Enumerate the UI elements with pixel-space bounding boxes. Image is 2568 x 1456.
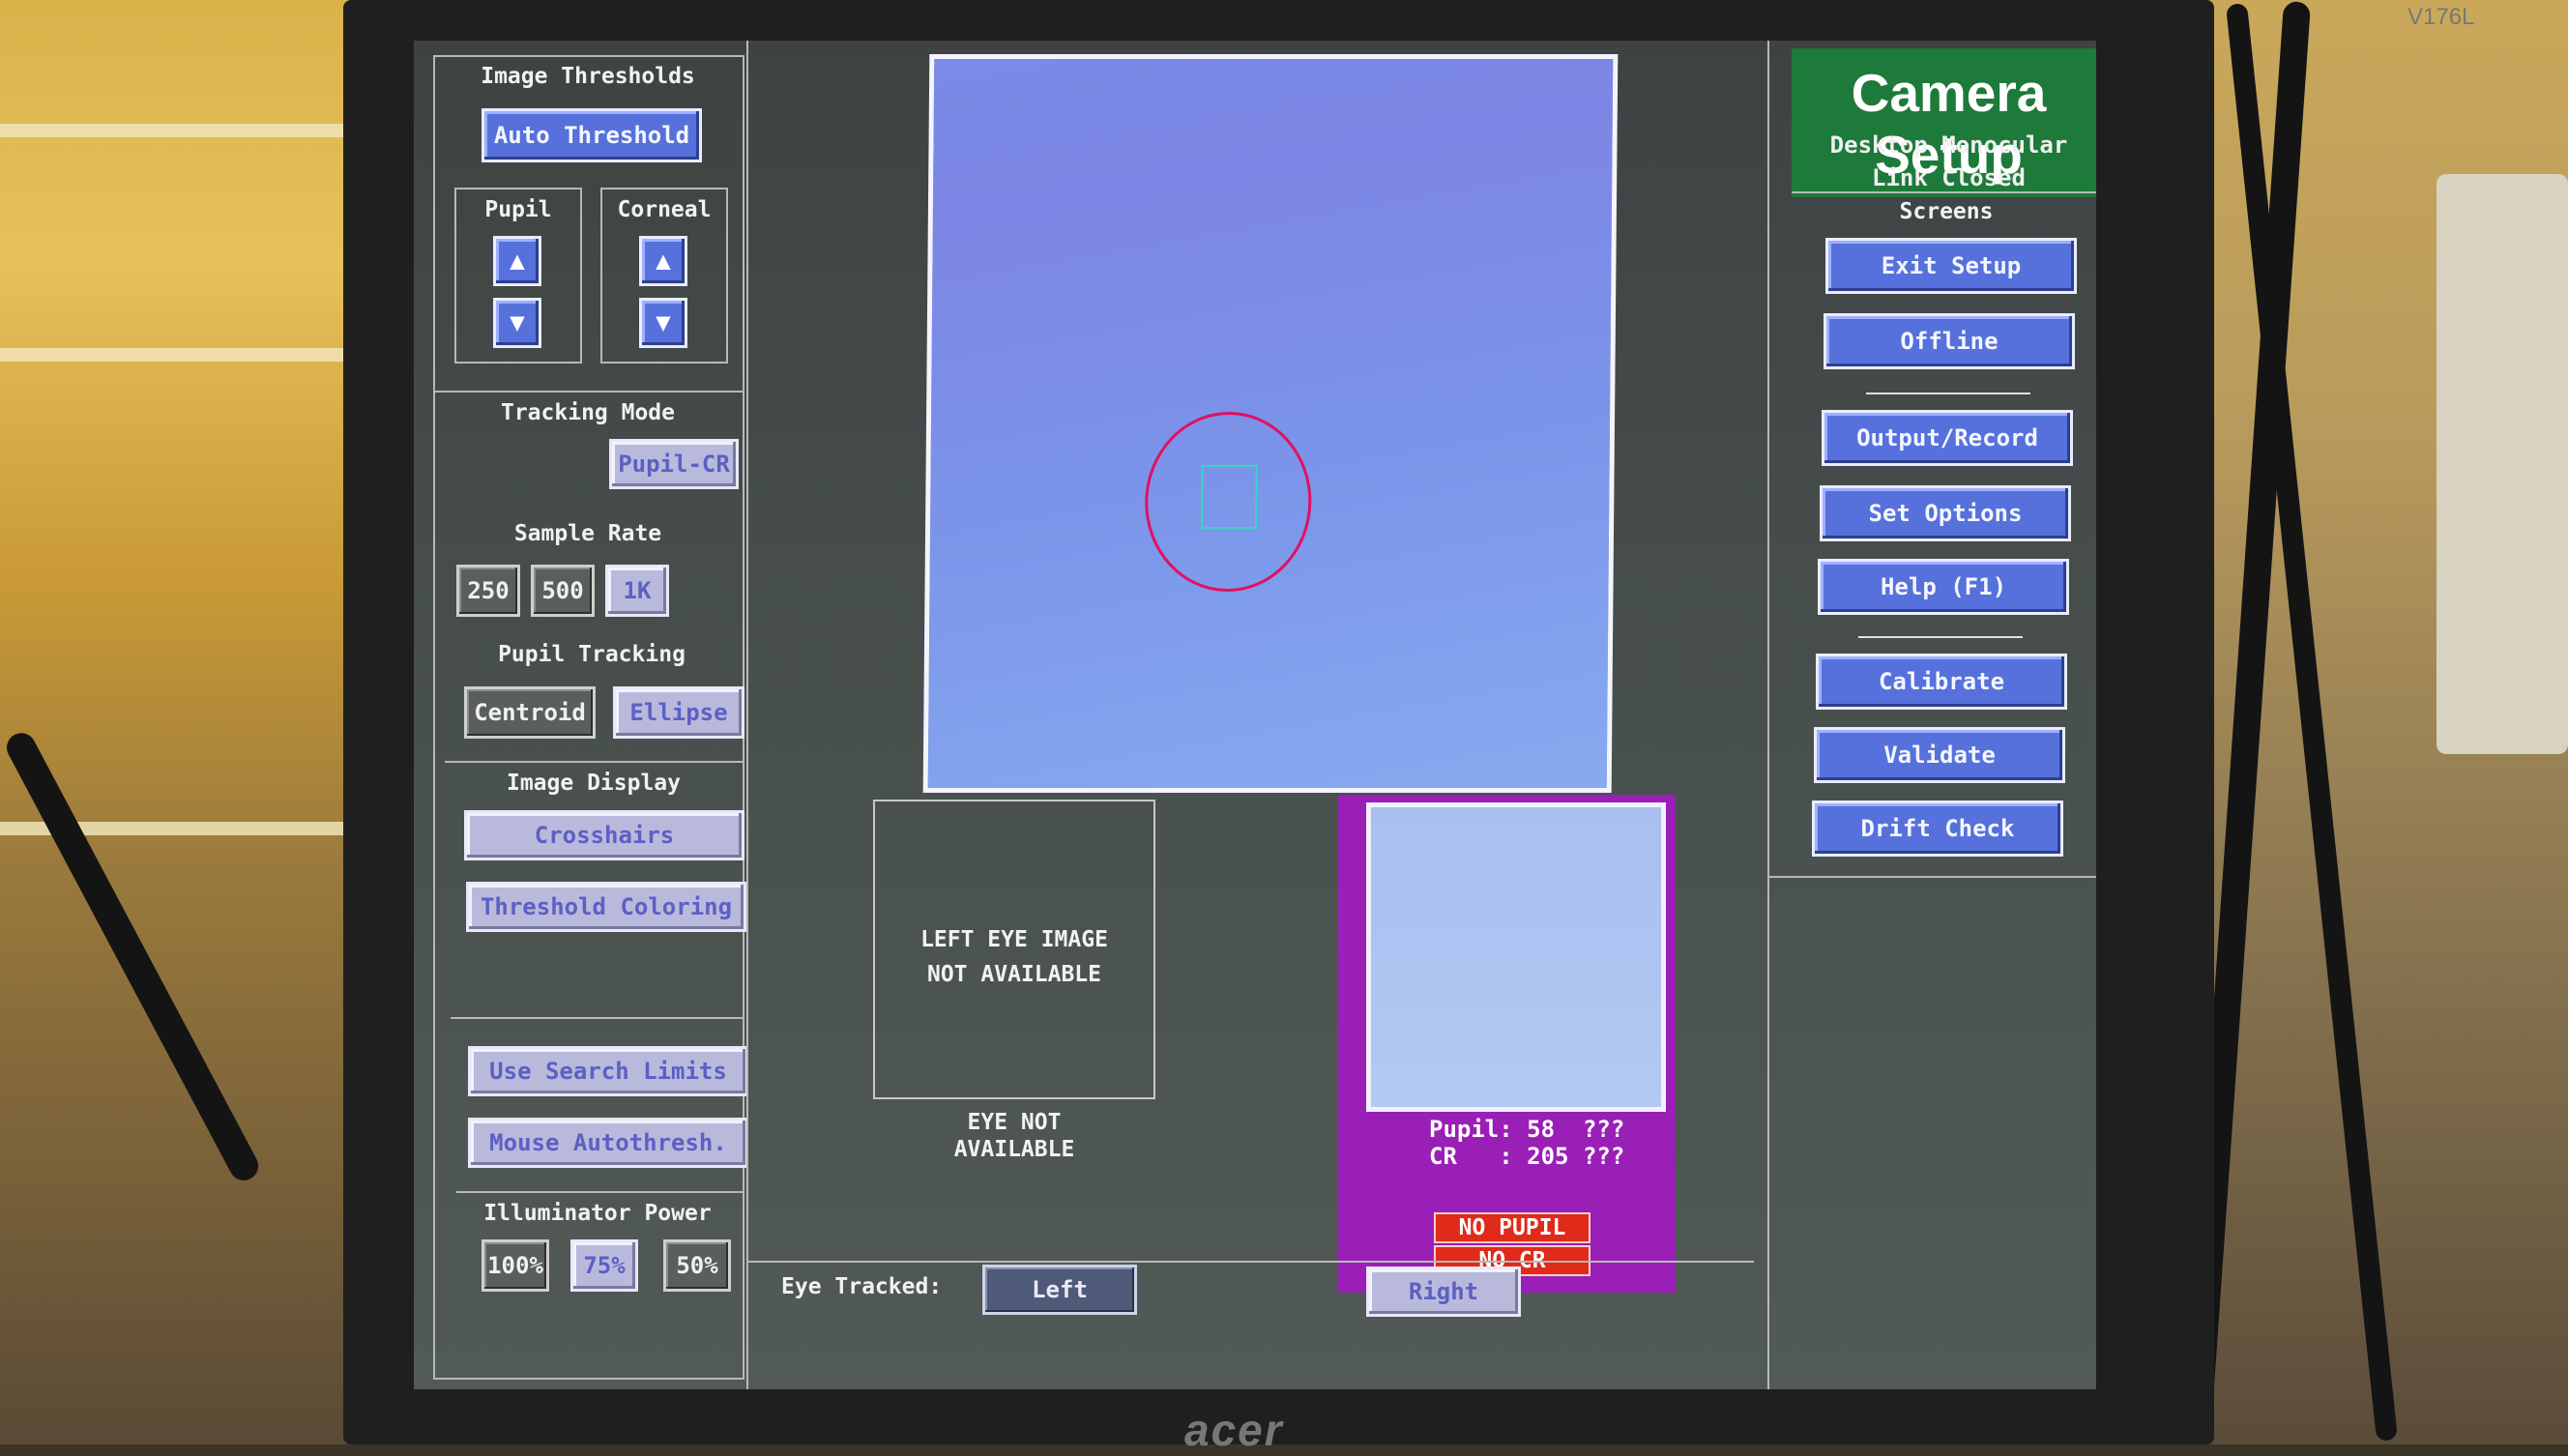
camera-setup-header: Camera Setup Desktop Monocular Link Clos… xyxy=(1792,48,2096,197)
help-button[interactable]: Help (F1) xyxy=(1818,559,2069,615)
auto-threshold-button[interactable]: Auto Threshold xyxy=(482,108,702,162)
sample-rate-250-button[interactable]: 250 xyxy=(456,565,520,617)
device-box xyxy=(2437,174,2568,754)
set-options-button[interactable]: Set Options xyxy=(1820,485,2071,541)
eye-tracked-right-button[interactable]: Right xyxy=(1366,1267,1521,1317)
divider xyxy=(456,1191,743,1193)
illuminator-power-title: Illuminator Power xyxy=(483,1201,712,1226)
mouse-autothresh-button[interactable]: Mouse Autothresh. xyxy=(468,1118,748,1168)
tracking-mode-title: Tracking Mode xyxy=(500,400,675,425)
eye-tracked-label: Eye Tracked: xyxy=(781,1274,943,1299)
separator xyxy=(1858,636,2023,638)
right-eye-panel: Pupil: 58 ??? CR : 205 ??? NO PUPIL NO C… xyxy=(1337,795,1676,1293)
pupil-tracking-title: Pupil Tracking xyxy=(498,642,686,667)
left-eye-image-box: LEFT EYE IMAGE NOT AVAILABLE xyxy=(873,800,1155,1099)
illuminator-75-button[interactable]: 75% xyxy=(570,1239,638,1292)
pupil-threshold-label: Pupil xyxy=(484,197,552,222)
calibrate-button[interactable]: Calibrate xyxy=(1816,654,2067,710)
shelf-edge xyxy=(0,348,367,362)
left-eye-status-line1: EYE NOT xyxy=(967,1110,1062,1135)
divider xyxy=(748,1261,1754,1263)
right-eye-image[interactable] xyxy=(1366,802,1666,1112)
threshold-coloring-button[interactable]: Threshold Coloring xyxy=(466,882,746,932)
sample-rate-title: Sample Rate xyxy=(513,521,662,546)
eye-tracked-left-button[interactable]: Left xyxy=(982,1265,1137,1315)
divider xyxy=(1792,191,2096,193)
cr-value: CR : 205 ??? xyxy=(1429,1143,1625,1170)
no-pupil-warning: NO PUPIL xyxy=(1434,1212,1590,1243)
pupil-box xyxy=(1201,465,1258,529)
use-search-limits-button[interactable]: Use Search Limits xyxy=(468,1046,748,1096)
tracker-mode-text: Desktop Monocular xyxy=(1829,131,2068,159)
camera-image-view[interactable] xyxy=(922,54,1619,793)
crosshairs-button[interactable]: Crosshairs xyxy=(464,810,744,860)
arrow-down-icon: ▼ xyxy=(510,308,525,337)
divider xyxy=(1769,876,2096,878)
thresholds-title: Image Thresholds xyxy=(481,64,695,89)
exit-setup-button[interactable]: Exit Setup xyxy=(1825,238,2077,294)
link-status-text: Link Closed xyxy=(1872,164,2026,191)
divider xyxy=(445,761,743,763)
divider xyxy=(451,1017,743,1019)
output-record-button[interactable]: Output/Record xyxy=(1822,410,2073,466)
left-eye-status-line2: AVAILABLE xyxy=(953,1137,1075,1162)
corneal-threshold-down-button[interactable]: ▼ xyxy=(639,298,687,348)
screens-title: Screens xyxy=(1899,199,1994,224)
shelf-edge xyxy=(0,124,367,137)
monitor-model-label: V176L xyxy=(2408,4,2475,30)
background-wall-left xyxy=(0,0,367,1444)
left-eye-message-line2: NOT AVAILABLE xyxy=(926,962,1101,987)
corneal-threshold-label: Corneal xyxy=(617,197,712,222)
validate-button[interactable]: Validate xyxy=(1814,727,2065,783)
arrow-down-icon: ▼ xyxy=(656,308,671,337)
image-display-title: Image Display xyxy=(506,771,681,796)
illuminator-100-button[interactable]: 100% xyxy=(482,1239,549,1292)
pupil-tracking-ellipse-button[interactable]: Ellipse xyxy=(613,686,744,739)
sample-rate-1k-button[interactable]: 1K xyxy=(605,565,669,617)
divider xyxy=(1767,41,1769,1389)
pupil-threshold-up-button[interactable]: ▲ xyxy=(493,236,541,286)
corneal-threshold-up-button[interactable]: ▲ xyxy=(639,236,687,286)
arrow-up-icon: ▲ xyxy=(510,247,525,276)
pupil-value: Pupil: 58 ??? xyxy=(1429,1116,1625,1143)
arrow-up-icon: ▲ xyxy=(656,247,671,276)
camera-setup-screen: Image Thresholds Auto Threshold Pupil ▲ … xyxy=(414,41,2096,1389)
pupil-threshold-down-button[interactable]: ▼ xyxy=(493,298,541,348)
background-wall-right xyxy=(2182,0,2568,1444)
illuminator-50-button[interactable]: 50% xyxy=(663,1239,731,1292)
monitor-brand-logo: acer xyxy=(1184,1405,1284,1455)
tracking-mode-button[interactable]: Pupil-CR xyxy=(609,439,739,489)
drift-check-button[interactable]: Drift Check xyxy=(1812,801,2063,857)
separator xyxy=(1866,393,2030,394)
divider xyxy=(435,391,743,393)
divider xyxy=(746,41,748,1389)
left-eye-message-line1: LEFT EYE IMAGE xyxy=(920,927,1108,952)
sample-rate-500-button[interactable]: 500 xyxy=(531,565,595,617)
offline-button[interactable]: Offline xyxy=(1824,313,2075,369)
pupil-tracking-centroid-button[interactable]: Centroid xyxy=(464,686,596,739)
